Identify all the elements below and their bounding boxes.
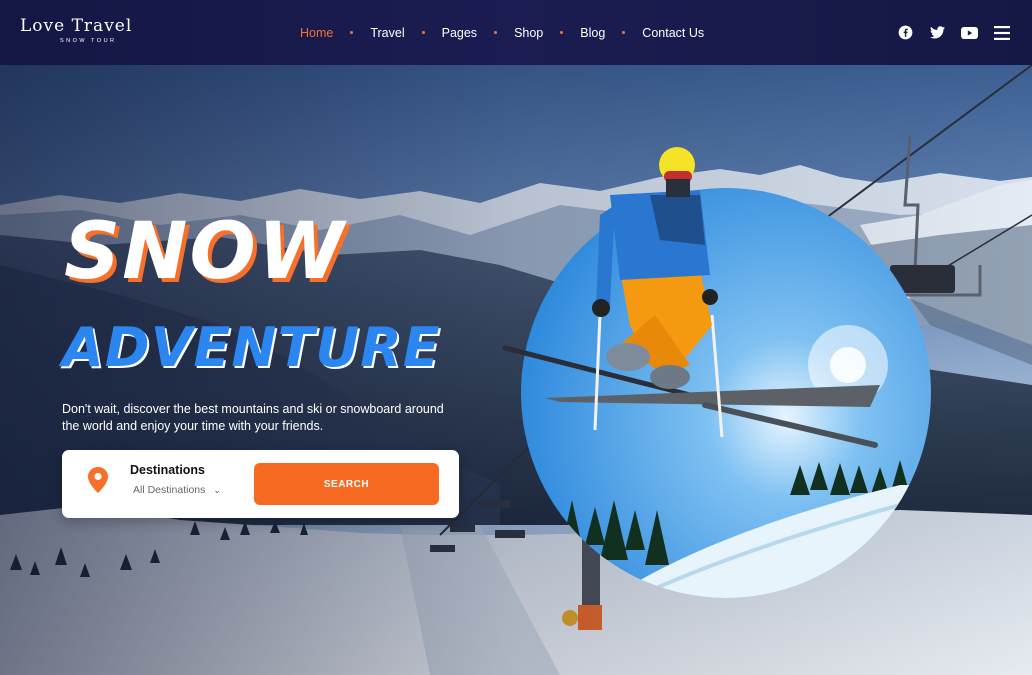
nav-label[interactable]: Pages <box>442 26 477 40</box>
twitter-icon[interactable] <box>929 24 946 41</box>
nav-item-travel[interactable]: Travel <box>370 26 441 40</box>
hero-title-line1: SNOW <box>64 207 346 297</box>
main-nav: Home Travel Pages Shop Blog Contact Us <box>300 0 704 65</box>
nav-separator-dot <box>622 31 626 34</box>
hero-section: SNOW ADVENTURE Don't wait, discover the … <box>0 65 1032 675</box>
search-button[interactable]: SEARCH <box>254 463 439 505</box>
nav-label[interactable]: Home <box>300 26 333 40</box>
social-links <box>897 24 1010 41</box>
destination-search-card: Destinations All Destinations ⌄ SEARCH <box>62 450 459 518</box>
menu-icon[interactable] <box>993 24 1010 41</box>
nav-separator-dot <box>560 31 564 34</box>
nav-item-pages[interactable]: Pages <box>442 26 514 40</box>
nav-label[interactable]: Contact Us <box>642 26 704 40</box>
youtube-icon[interactable] <box>961 24 978 41</box>
nav-item-contact[interactable]: Contact Us <box>642 26 704 40</box>
nav-item-blog[interactable]: Blog <box>580 26 642 40</box>
site-header: Love Travel SNOW TOUR Home Travel Pages … <box>0 0 1032 65</box>
nav-label[interactable]: Shop <box>514 26 543 40</box>
facebook-icon[interactable] <box>897 24 914 41</box>
hero-title-line2: ADVENTURE <box>62 316 441 379</box>
destinations-dropdown[interactable]: All Destinations ⌄ <box>133 484 221 496</box>
destinations-selected-value[interactable]: All Destinations <box>133 484 205 496</box>
logo[interactable]: Love Travel SNOW TOUR <box>20 16 160 44</box>
logo-tagline: SNOW TOUR <box>60 38 117 44</box>
nav-item-home[interactable]: Home <box>300 26 370 40</box>
nav-separator-dot <box>421 31 425 34</box>
nav-separator-dot <box>494 31 498 34</box>
destinations-label: Destinations <box>130 463 206 477</box>
nav-item-shop[interactable]: Shop <box>514 26 580 40</box>
logo-text: Love Travel <box>20 16 133 36</box>
hero-description: Don't wait, discover the best mountains … <box>62 402 444 433</box>
nav-label[interactable]: Travel <box>370 26 404 40</box>
nav-label[interactable]: Blog <box>580 26 605 40</box>
nav-separator-dot <box>350 31 354 34</box>
chevron-down-icon[interactable]: ⌄ <box>213 485 221 496</box>
map-pin-icon <box>88 467 108 498</box>
